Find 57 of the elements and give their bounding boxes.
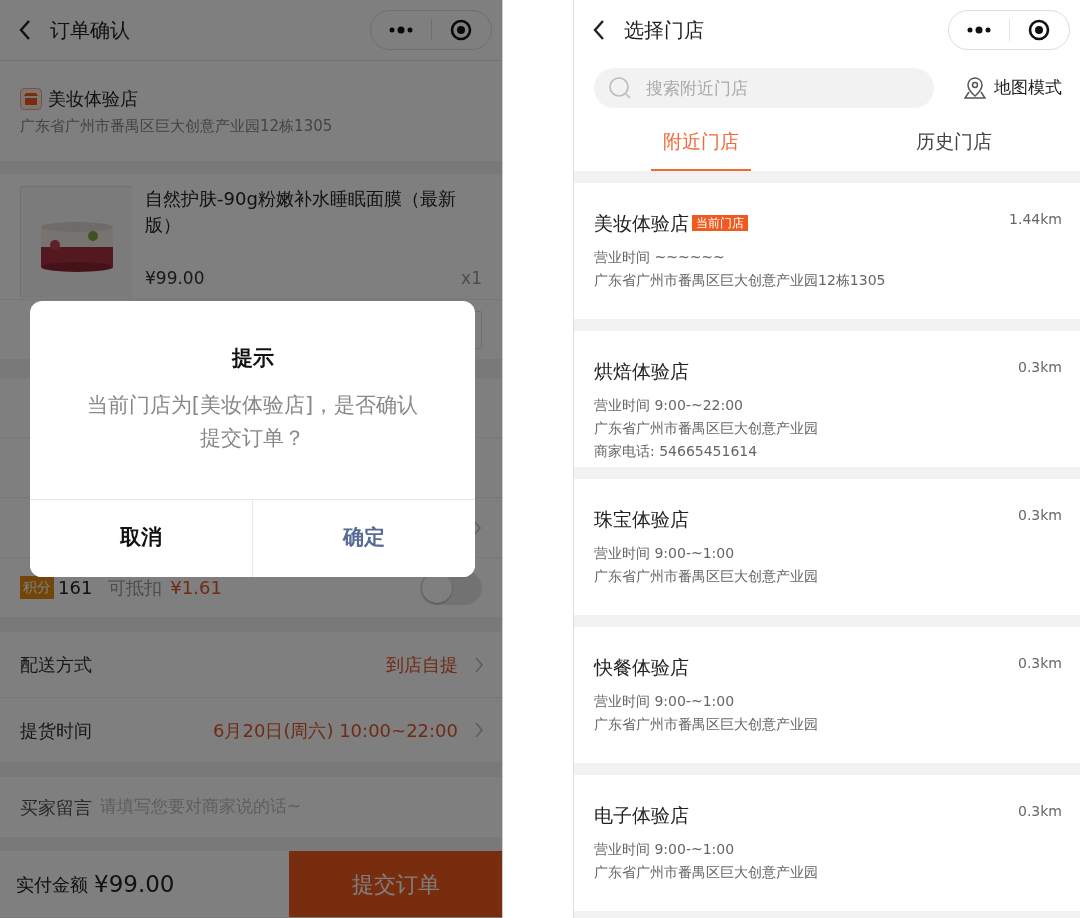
- store-distance: 1.44km: [1009, 210, 1062, 229]
- store-distance: 0.3km: [1018, 802, 1062, 821]
- deduct-amount: ¥1.61: [170, 576, 222, 600]
- current-store-tag: 当前门店: [692, 215, 748, 231]
- store-name: 美妆体验店: [48, 87, 138, 111]
- chevron-right-icon: [474, 655, 484, 674]
- store-name: 珠宝体验店: [594, 508, 689, 530]
- row-label: 提货时间: [20, 718, 92, 743]
- store-card[interactable]: 珠宝体验店 0.3km 营业时间 9:00-~1:00 广东省广州市番禺区巨大创意产业园: [574, 479, 1080, 615]
- store-info: 广东省广州市番禺区巨大创意产业园: [594, 714, 819, 734]
- dialog-title: 提示: [230, 345, 275, 372]
- product-name: 自然护肤-90g粉嫩补水睡眠面膜（最新版）: [145, 187, 457, 237]
- product-price: ¥99.00: [145, 266, 205, 290]
- store-info: 营业时间 9:00-~1:00: [594, 543, 736, 563]
- target-icon[interactable]: [1028, 19, 1051, 41]
- store-distance: 0.3km: [1018, 506, 1062, 525]
- store-card[interactable]: 电子体验店 0.3km 营业时间 9:00-~1:00 广东省广州市番禺区巨大创意产业园: [574, 775, 1080, 911]
- store-name: 快餐体验店: [594, 656, 689, 678]
- store-info: 广东省广州市番禺区巨大创意产业园: [594, 566, 819, 586]
- back-icon[interactable]: [592, 19, 606, 41]
- points-amount: 161: [58, 576, 93, 600]
- total-label: 实付金额: [16, 872, 88, 897]
- store-info: 营业时间 9:00-~1:00: [594, 839, 736, 859]
- page-title: 订单确认: [50, 17, 131, 44]
- store-name: 电子体验店: [594, 804, 689, 826]
- chevron-right-icon: [474, 721, 484, 739]
- store-info: 广东省广州市番禺区巨大创意产业园12栋1305: [594, 270, 887, 290]
- store-name: 美妆体验店: [594, 212, 689, 234]
- store-info: 营业时间 9:00-~22:00: [594, 395, 745, 415]
- search-field[interactable]: 搜索附近门店: [594, 67, 934, 108]
- dialog-message: 当前门店为[美妆体验店]，是否确认提交订单？: [85, 391, 420, 452]
- store-distance: 0.3km: [1018, 358, 1062, 377]
- store-icon: [20, 87, 42, 110]
- store-distance: 0.3km: [1018, 654, 1062, 673]
- store-info: 商家电话: 54665451614: [594, 441, 759, 461]
- confirm-button[interactable]: 确定: [252, 499, 475, 577]
- store-info: 营业时间 ~~~~~~: [594, 247, 726, 267]
- store-card[interactable]: 美妆体验店 $^{当前门店}$ 1.44km 营业时间 ~~~~~~ 广东省广州市番禺区巨大创意产业园12栋1305: [574, 183, 1080, 319]
- store-address: 广东省广州市番禺区巨大创意产业园12栋1305: [20, 116, 334, 137]
- store-info: 营业时间 9:00-~1:00: [594, 691, 736, 711]
- map-pin-icon: [964, 75, 986, 100]
- store-card[interactable]: 烘焙体验店 0.3km 营业时间 9:00-~22:00 广东省广州市番禺区巨大创意产业园 商家电话: 54665451614: [574, 331, 1080, 467]
- store-name: 烘焙体验店: [594, 360, 689, 382]
- map-mode-button[interactable]: 地图模式: [964, 74, 1062, 101]
- more-icon[interactable]: [965, 26, 992, 34]
- points-badge: 积分: [20, 576, 54, 599]
- total-amount: ¥99.00: [94, 869, 175, 899]
- row-value: 6月20日(周六) 10:00~22:00: [213, 718, 458, 743]
- row-value: 到店自提: [386, 653, 458, 677]
- message-label: 买家留言: [20, 795, 92, 820]
- search-icon: [608, 75, 632, 100]
- store-info: 广东省广州市番禺区巨大创意产业园: [594, 862, 819, 882]
- row-label: 配送方式: [20, 653, 92, 677]
- page-title: 选择门店: [624, 17, 705, 44]
- tab[interactable]: 历史门店: [827, 115, 1080, 171]
- store-info: 广东省广州市番禺区巨大创意产业园: [594, 418, 819, 438]
- store-card[interactable]: 快餐体验店 0.3km 营业时间 9:00-~1:00 广东省广州市番禺区巨大创意产业园: [574, 627, 1080, 763]
